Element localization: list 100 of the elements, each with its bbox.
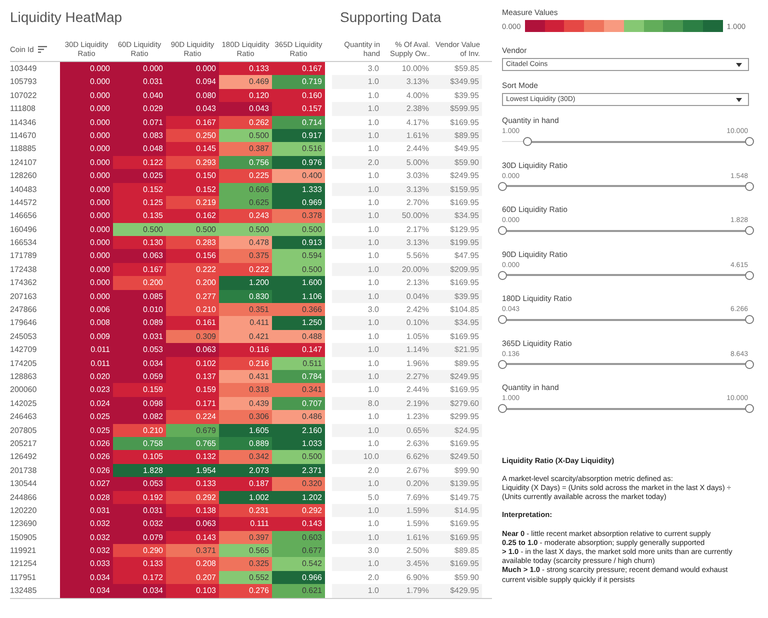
heat-cell: 0.020 [60,370,113,384]
table-cell: 1.61% [382,530,432,544]
table-cell: 50.00% [382,209,432,223]
slider-handle[interactable] [498,182,507,190]
heat-cell: 0.063 [166,343,219,357]
heat-cell: 0.000 [60,128,113,142]
heat-cell: 0.262 [219,116,272,129]
heat-cell: 0.152 [166,182,219,196]
heat-cell: 0.008 [60,316,113,330]
table-cell: $169.95 [432,557,482,571]
heat-cell: 1.002 [219,490,272,504]
heat-cell: 0.351 [219,303,272,316]
heatmap-title: Liquidity HeatMap [10,9,124,27]
slider-handle[interactable] [498,360,507,368]
heat-cell: 0.679 [166,424,219,437]
table-cell-text: 132485 [10,585,38,598]
heat-cell: 1.954 [166,464,219,478]
heat-cell: 0.552 [219,570,272,584]
sort-icon[interactable] [38,46,47,52]
heat-cell: 0.439 [219,396,272,410]
heat-cell: 0.040 [113,88,166,102]
heat-cell: 0.059 [113,370,166,384]
heat-cell: 0.250 [166,128,219,142]
heat-cell: 0.516 [272,142,325,156]
table-cell: 1.0 [332,370,382,384]
heat-cell: 0.053 [113,477,166,491]
heat-cell: 0.105 [113,450,166,464]
heat-cell: 0.025 [60,424,113,437]
heat-cell: 0.306 [219,410,272,424]
heat-cell: 0.000 [60,222,113,236]
heat-cell: 0.192 [113,490,166,504]
table-cell-text: $169.95 [449,518,480,530]
heat-cell: 0.292 [166,490,219,504]
heat-cell: 0.082 [113,410,166,424]
heat-cell: 0.966 [272,570,325,584]
slider-handle[interactable] [522,137,532,146]
heat-cell: 0.000 [60,169,113,183]
table-cell: 1.0 [332,424,382,437]
slider-handle[interactable] [745,182,754,190]
heat-cell: 0.677 [272,544,325,558]
heat-cell: 0.089 [113,316,166,330]
slider-handle[interactable] [745,270,754,280]
heat-cell: 0.621 [272,584,325,598]
table-cell-text: 2.13% [405,277,430,290]
table-cell: 1.0 [332,209,382,223]
slider-handle[interactable] [498,315,507,324]
slider-handle[interactable] [745,315,754,324]
heat-cell: 0.011 [60,356,113,370]
heat-cell: 0.830 [219,290,272,304]
heat-cell: 0.431 [219,370,272,384]
table-cell: 1.0 [332,557,382,571]
table-cell-text: $129.95 [449,224,480,236]
heat-cell: 0.031 [60,504,113,518]
heat-cell: 0.080 [166,88,219,102]
table-cell: $24.95 [432,424,482,437]
slider-handle[interactable] [745,360,754,368]
slider-handle[interactable] [498,404,507,413]
heat-cell: 0.000 [60,262,113,276]
heat-cell: 0.969 [272,196,325,210]
slider-handle[interactable] [745,404,754,413]
table-cell: 1.0 [332,584,382,598]
table-cell: $139.95 [432,477,482,491]
table-cell-text: $104.85 [449,304,480,316]
heat-cell: 0.143 [272,517,325,531]
heat-cell: 0.133 [219,62,272,76]
heat-cell: 0.500 [219,222,272,236]
heat-cell: 0.159 [113,383,166,397]
table-cell: 5.00% [382,156,432,170]
table-cell: 3.13% [382,75,432,89]
heat-cell: 0.500 [272,450,325,464]
heat-cell: 0.157 [272,102,325,116]
heat-cell: 0.133 [166,477,219,491]
table-cell-text: 1.0 [366,250,380,262]
table-cell-text: 207805 [10,424,38,437]
heat-cell: 0.917 [272,128,325,142]
heat-cell: 0.325 [219,557,272,571]
supporting-title: Supporting Data [340,9,442,27]
heat-cell: 0.010 [113,303,166,316]
heat-cell: 0.053 [113,343,166,357]
table-cell-text: 3.0 [366,545,380,558]
table-cell-text: 1.0 [366,90,380,102]
table-cell-text: 119921 [10,545,38,558]
heat-cell: 0.009 [60,330,113,344]
slider-handle[interactable] [745,226,754,235]
table-cell-text: 1.59% [405,518,430,530]
slider-handle[interactable] [498,270,507,280]
table-cell: 3.45% [382,557,432,571]
heat-cell: 1.250 [272,316,325,330]
heat-cell: 0.031 [113,504,166,518]
slider-handle[interactable] [745,137,754,146]
table-cell-text: 1.0 [366,224,380,236]
heat-cell: 0.034 [60,584,113,598]
slider-handle[interactable] [498,226,507,235]
heat-cell: 0.000 [113,62,166,76]
table-cell-text: 166534 [10,237,38,250]
heat-cell: 0.625 [219,196,272,210]
table-cell: $249.50 [432,450,482,464]
table-cell-text: 200060 [10,384,38,396]
table-cell-text: $59.85 [454,63,480,75]
heat-cell: 0.116 [219,343,272,357]
